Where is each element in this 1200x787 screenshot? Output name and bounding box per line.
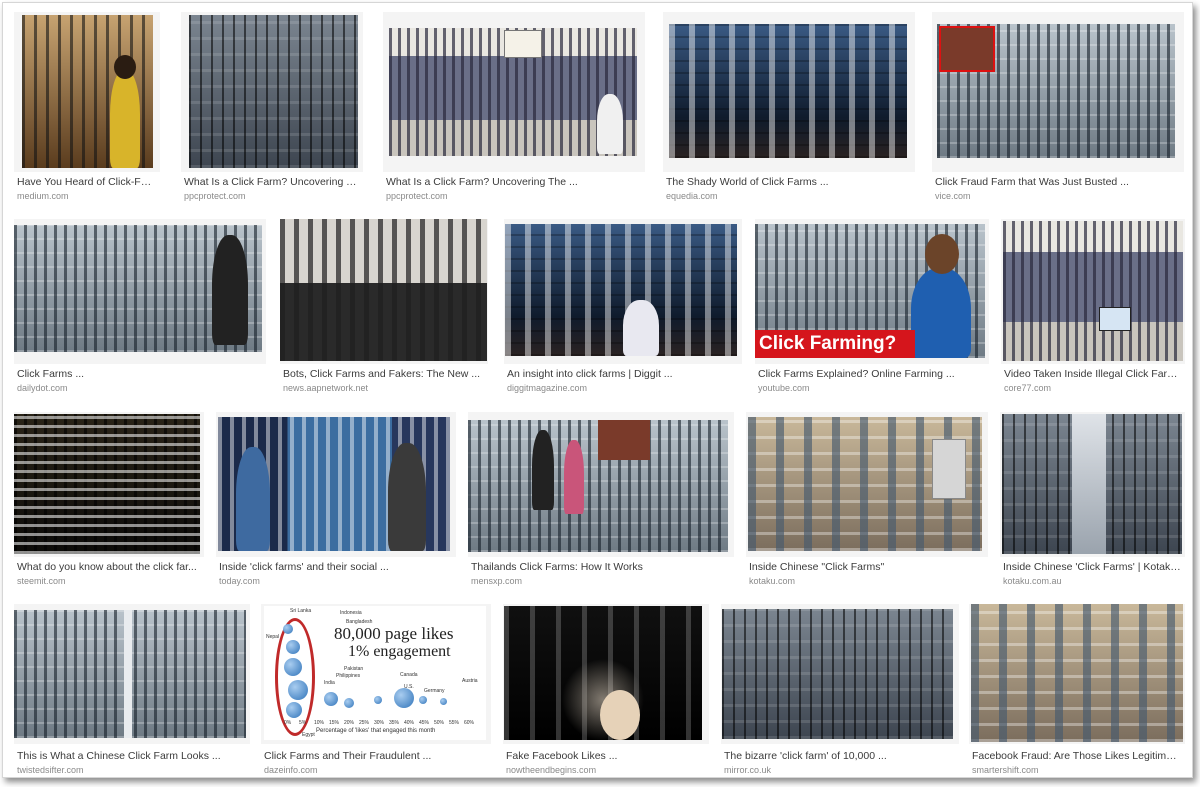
image-thumbnail[interactable] (468, 420, 728, 552)
image-title[interactable]: Inside Chinese "Click Farms" (749, 561, 984, 574)
image-thumbnail[interactable] (748, 417, 982, 551)
image-thumbnail[interactable] (669, 24, 907, 158)
image-source[interactable]: news.aapnetwork.net (283, 382, 484, 394)
image-thumbnail[interactable] (1002, 414, 1182, 554)
chart-highlight-ring (275, 618, 315, 736)
chart-headline: 80,000 page likes (334, 624, 454, 643)
chart-country-label: Canada (400, 672, 418, 678)
chart-axis-ticks: 0% 5% 10% 15% 20% 25% 30% 35% 40% 45% 50… (284, 720, 475, 726)
image-source[interactable]: today.com (219, 575, 452, 587)
image-thumbnail[interactable] (280, 219, 487, 361)
chart-country-label: Sri Lanka (290, 608, 312, 614)
image-source[interactable]: steemit.com (17, 575, 200, 587)
image-result[interactable]: Fake Facebook Likes ... nowtheendbegins.… (503, 604, 709, 776)
image-result[interactable]: The bizarre 'click farm' of 10,000 ... m… (721, 604, 959, 776)
image-source[interactable]: diggitmagazine.com (507, 382, 738, 394)
image-source[interactable]: kotaku.com (749, 575, 984, 587)
image-title[interactable]: What Is a Click Farm? Uncovering The ... (386, 176, 641, 189)
image-result[interactable]: An insight into click farms | Diggit ...… (504, 219, 742, 397)
image-result[interactable]: This is What a Chinese Click Farm Looks … (14, 604, 250, 776)
video-overlay-banner: Click Farming? (755, 330, 915, 358)
image-source[interactable]: mirror.co.uk (724, 764, 955, 776)
image-result[interactable]: Facebook Fraud: Are Those Likes Legitima… (969, 604, 1185, 776)
image-source[interactable]: equedia.com (666, 190, 911, 202)
image-result[interactable]: Click Fraud Farm that Was Just Busted ..… (932, 12, 1184, 204)
image-results-grid: Have You Heard of Click-Far... medium.co… (2, 2, 1193, 778)
image-thumbnail[interactable] (971, 604, 1183, 742)
image-result[interactable]: Inside Chinese 'Click Farms' | Kotaku ..… (1000, 412, 1185, 590)
image-thumbnail[interactable] (14, 414, 200, 554)
image-source[interactable]: medium.com (17, 190, 156, 202)
image-thumbnail[interactable] (504, 606, 702, 740)
image-source[interactable]: vice.com (935, 190, 1180, 202)
image-thumbnail[interactable] (189, 15, 358, 168)
image-thumbnail[interactable] (218, 417, 450, 551)
image-source[interactable]: smartershift.com (972, 764, 1181, 776)
image-thumbnail[interactable] (14, 225, 262, 352)
image-title[interactable]: Click Fraud Farm that Was Just Busted ..… (935, 176, 1180, 189)
image-source[interactable]: mensxp.com (471, 575, 730, 587)
image-result[interactable]: Have You Heard of Click-Far... medium.co… (14, 12, 160, 204)
image-title[interactable]: What Is a Click Farm? Uncovering Th... (184, 176, 359, 189)
image-source[interactable]: twistedsifter.com (17, 764, 246, 776)
image-source[interactable]: kotaku.com.au (1003, 575, 1181, 587)
image-result[interactable]: Inside 'click farms' and their social ..… (216, 412, 456, 590)
image-title[interactable]: The Shady World of Click Farms ... (666, 176, 911, 189)
image-result[interactable]: What Is a Click Farm? Uncovering The ...… (383, 12, 645, 204)
chart-country-label: Philippines (336, 673, 361, 679)
image-source[interactable]: dailydot.com (17, 382, 262, 394)
image-title[interactable]: Video Taken Inside Illegal Click Farm... (1004, 368, 1181, 381)
chart-country-label: Egypt (302, 732, 315, 738)
image-source[interactable]: ppcprotect.com (386, 190, 641, 202)
chart-country-label: Pakistan (344, 666, 364, 672)
image-source[interactable]: nowtheendbegins.com (506, 764, 705, 776)
image-thumbnail[interactable] (505, 224, 737, 356)
image-title[interactable]: The bizarre 'click farm' of 10,000 ... (724, 750, 955, 763)
image-thumbnail[interactable] (937, 24, 1175, 158)
image-title[interactable]: Click Farms ... (17, 368, 262, 381)
chart-country-label: Bangladesh (346, 619, 373, 625)
image-title[interactable]: What do you know about the click far... (17, 561, 200, 574)
image-source[interactable]: core77.com (1004, 382, 1181, 394)
image-thumbnail[interactable] (14, 610, 246, 738)
chart-caption: Percentage of 'likes' that engaged this … (316, 728, 436, 734)
chart-country-label: U.S. (404, 684, 414, 690)
chart-country-label: India (324, 680, 335, 686)
image-title[interactable]: Click Farms and Their Fraudulent ... (264, 750, 487, 763)
image-thumbnail[interactable] (722, 609, 953, 739)
image-result[interactable]: What Is a Click Farm? Uncovering Th... p… (181, 12, 363, 204)
image-source[interactable]: dazeinfo.com (264, 764, 487, 776)
image-result[interactable]: Video Taken Inside Illegal Click Farm...… (1001, 219, 1185, 397)
image-title[interactable]: Thailands Click Farms: How It Works (471, 561, 730, 574)
image-result[interactable]: The Shady World of Click Farms ... equed… (663, 12, 915, 204)
image-result[interactable]: Thailands Click Farms: How It Works mens… (468, 412, 734, 590)
image-thumbnail[interactable] (389, 28, 637, 156)
image-thumbnail[interactable] (22, 15, 153, 168)
image-title[interactable]: An insight into click farms | Diggit ... (507, 368, 738, 381)
chart-subhead: 1% engagement (348, 643, 451, 660)
image-result[interactable]: Bots, Click Farms and Fakers: The New ..… (280, 219, 488, 397)
image-result[interactable]: 80,000 page likes 1% engagement Sri Lank… (261, 604, 491, 776)
image-title[interactable]: This is What a Chinese Click Farm Looks … (17, 750, 246, 763)
image-source[interactable]: ppcprotect.com (184, 190, 359, 202)
image-result[interactable]: What do you know about the click far... … (14, 412, 204, 590)
image-title[interactable]: Inside 'click farms' and their social ..… (219, 561, 452, 574)
image-thumbnail[interactable]: 80,000 page likes 1% engagement Sri Lank… (264, 606, 486, 740)
image-title[interactable]: Bots, Click Farms and Fakers: The New ..… (283, 368, 484, 381)
image-title[interactable]: Have You Heard of Click-Far... (17, 176, 156, 189)
image-thumbnail[interactable]: Click Farming? (755, 224, 985, 358)
image-result[interactable]: Click Farms ... dailydot.com (14, 219, 266, 397)
image-title[interactable]: Fake Facebook Likes ... (506, 750, 705, 763)
image-title[interactable]: Facebook Fraud: Are Those Likes Legitima… (972, 750, 1181, 763)
image-title[interactable]: Inside Chinese 'Click Farms' | Kotaku ..… (1003, 561, 1181, 574)
chart-country-label: Nepal (266, 634, 280, 640)
chart-country-label: Austria (462, 678, 478, 684)
image-result[interactable]: Click Farming? Click Farms Explained? On… (755, 219, 989, 397)
image-source[interactable]: youtube.com (758, 382, 985, 394)
image-result[interactable]: Inside Chinese "Click Farms" kotaku.com (746, 412, 988, 590)
image-title[interactable]: Click Farms Explained? Online Farming ..… (758, 368, 985, 381)
chart-country-label: Indonesia (340, 610, 362, 616)
chart-country-label: Germany (424, 688, 445, 694)
image-thumbnail[interactable] (1003, 221, 1183, 361)
